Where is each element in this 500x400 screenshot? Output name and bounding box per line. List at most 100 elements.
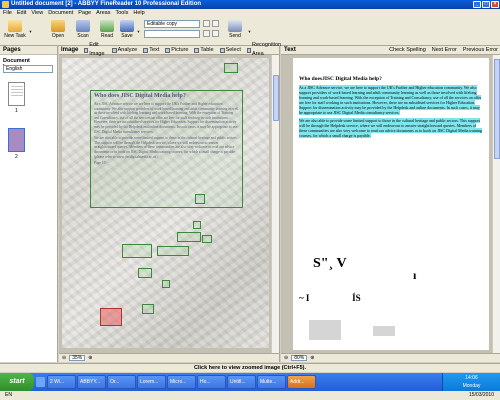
new-task-button[interactable]: New Task [2,19,28,44]
taskbar-item-active[interactable]: Addr... [287,375,316,389]
select-button[interactable]: Select [219,46,241,54]
text-recognition-area[interactable]: Who does JISC Digital Media help? As a J… [90,90,243,208]
scan-paragraph-1: As a JISC Advance service we are here to… [94,102,239,134]
recognition-area-box[interactable] [162,280,170,288]
taskbar-item[interactable]: Ho... [197,375,226,389]
recognized-paragraph-1: As a JISC Advance service, we are here t… [299,85,483,115]
picture-area-box[interactable] [100,308,122,326]
previous-error-button[interactable]: Previous Error [463,46,498,55]
recognition-area-box[interactable] [138,268,152,278]
text-vertical-scrollbar[interactable] [492,55,500,353]
zoom-in-icon[interactable]: ⊕ [88,354,92,363]
send-button[interactable]: Send [222,19,248,44]
start-button[interactable]: start [0,373,34,391]
text-pane-actions: Check Spelling Next Error Previous Error [389,46,498,55]
table-area-button[interactable]: Table [194,46,214,54]
page-thumbnail-1[interactable] [8,82,25,106]
text-scroll-thumb[interactable] [494,59,500,159]
minimize-button[interactable]: _ [473,1,481,8]
open-label: Open [51,33,65,39]
image-vertical-scrollbar[interactable] [271,55,279,353]
recognition-area-box[interactable] [157,246,189,256]
send-dropdown-icon[interactable]: ▼ [247,29,252,34]
close-button[interactable]: × [491,1,499,8]
taskbar-item[interactable]: Or... [107,375,136,389]
secondary-select[interactable] [144,30,200,38]
menu-help[interactable]: Help [133,9,144,17]
status-text[interactable]: Click here to view zoomed image (Ctrl+F5… [194,365,306,371]
taskbar-item[interactable]: Untitl... [227,375,256,389]
menu-view[interactable]: View [31,9,43,17]
image-pane: Image Edit Image Analyze Text Picture Ta… [59,42,282,362]
recognition-area-box[interactable] [193,221,201,229]
recognition-area-box[interactable] [142,304,154,314]
analyze-icon [111,47,117,53]
analyze-label: Analyze [117,46,138,53]
text-area-button[interactable]: Text [143,46,159,54]
recognition-area-icon [246,47,252,53]
send-icon [228,20,242,32]
recognition-area-box[interactable] [202,235,212,243]
table-area-label: Table [200,46,214,53]
zoom-out-icon[interactable]: ⊖ [62,354,66,363]
send-label: Send [229,33,241,39]
settings-icon[interactable] [203,30,210,37]
text-zoom-in-icon[interactable]: ⊕ [310,354,314,363]
quick-launch-icon[interactable] [36,377,45,387]
image-scroll-thumb[interactable] [273,75,279,121]
recognition-area-box[interactable] [122,244,152,258]
format-select[interactable]: Editable copy [144,20,200,28]
text-zoom-out-icon[interactable]: ⊖ [284,354,288,363]
recognized-heading: Who doesJISC Digital Media help? [299,76,382,82]
picture-area-button[interactable]: Picture [165,46,188,54]
save-icon [120,20,134,32]
analyze-button[interactable]: Analyze [111,46,138,54]
menu-tools[interactable]: Tools [116,9,129,17]
layout-icon[interactable] [212,20,219,27]
maximize-button[interactable]: □ [482,1,490,8]
read-label: Read [101,33,113,39]
edit-image-button[interactable]: Edit Image [84,42,105,57]
document-language-select[interactable]: English [3,65,53,73]
taskbar-item[interactable]: Micro... [167,375,196,389]
image-pane-footer: ⊖ 35% ⊕ [59,353,279,362]
taskbar-item[interactable]: 2 Wi... [47,375,76,389]
recognized-paragraph-1-text: As a JISC Advance service, we are here t… [299,85,482,115]
save-dropdown-icon[interactable]: ▼ [136,29,141,34]
options-icon[interactable] [203,20,210,27]
recognized-text-page[interactable]: Who doesJISC Digital Media help? As a JI… [293,58,489,350]
recognition-area-box[interactable] [224,63,238,73]
language-indicator[interactable]: EN [5,392,12,398]
text-zoom-select[interactable]: 80% [291,355,308,361]
scanned-page-image[interactable]: Who does JISC Digital Media help? As a J… [62,58,269,348]
start-label: start [9,378,25,385]
menu-edit[interactable]: Edit [17,9,26,17]
clock-day: Monday [462,383,481,389]
recognized-fragment: ~ I ÍS [299,293,361,303]
taskbar-item[interactable]: ABBYY... [77,375,106,389]
export-icon[interactable] [212,30,219,37]
menu-bar: File Edit View Document Page Areas Tools… [0,9,500,17]
menu-areas[interactable]: Areas [96,9,110,17]
taskbar: start 2 Wi... ABBYY... Or... Lorem... Mi… [0,373,500,391]
recognition-area-button[interactable]: Recognition Area [246,42,282,57]
text-pane-header: Text Check Spelling Next Error Previous … [281,46,500,55]
menu-page[interactable]: Page [78,9,91,17]
menu-document[interactable]: Document [48,9,73,17]
pages-panel: Pages Document Language English 1 2 [0,46,58,362]
taskbar-item[interactable]: Multe... [257,375,286,389]
page-thumbnail-2[interactable] [8,128,25,152]
check-spelling-button[interactable]: Check Spelling [389,46,426,55]
taskbar-item[interactable]: Lorem... [137,375,166,389]
clock-time[interactable]: 14:06 [443,374,500,382]
next-error-button[interactable]: Next Error [432,46,457,55]
open-button[interactable]: Open [45,19,71,44]
recognized-paragraph-2-text: We are also able to provide some limited… [299,118,482,138]
image-zoom-select[interactable]: 35% [69,355,86,361]
recognition-area-box[interactable] [195,194,205,204]
pages-panel-title: Pages [0,46,57,55]
new-task-dropdown-icon[interactable]: ▼ [28,29,33,34]
recognition-area-box[interactable] [177,232,201,242]
new-task-label: New Task [4,33,26,39]
menu-file[interactable]: File [3,9,12,17]
